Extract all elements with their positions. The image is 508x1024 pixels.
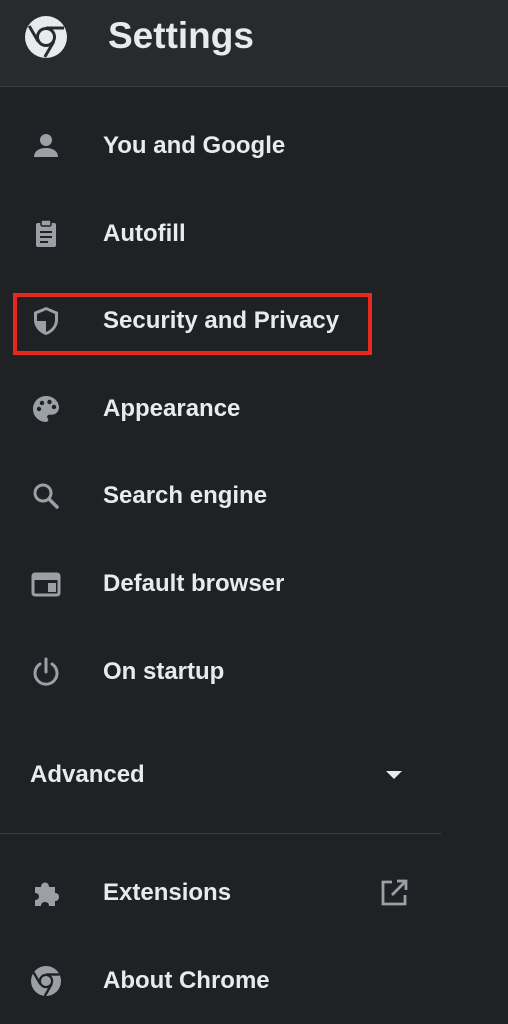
settings-page: Settings You and Google Autofill Securit…: [0, 0, 508, 1024]
sidebar-item-label: Appearance: [103, 395, 241, 422]
sidebar-item-extensions[interactable]: Extensions: [0, 863, 440, 923]
browser-window-icon: [31, 572, 61, 597]
clipboard-icon: [36, 219, 56, 247]
sidebar-item-autofill[interactable]: Autofill: [0, 204, 440, 264]
puzzle-icon: [35, 882, 59, 906]
advanced-label: Advanced: [30, 761, 145, 788]
search-icon: [33, 483, 59, 509]
sidebar-item-label: Default browser: [103, 570, 285, 597]
sidebar-item-appearance[interactable]: Appearance: [0, 379, 440, 439]
settings-header: Settings: [0, 0, 508, 87]
open-in-new-icon[interactable]: [378, 877, 410, 909]
sidebar-item-you-and-google[interactable]: You and Google: [0, 116, 440, 176]
page-title: Settings: [108, 15, 254, 56]
chrome-logo-icon: [31, 966, 61, 997]
sidebar-item-label: Search engine: [103, 482, 268, 509]
chrome-logo-icon: [25, 16, 67, 58]
palette-icon: [33, 396, 59, 422]
sidebar-item-security-and-privacy[interactable]: Security and Privacy: [0, 291, 440, 351]
sidebar-item-label: You and Google: [103, 132, 286, 159]
sidebar-item-default-browser[interactable]: Default browser: [0, 554, 440, 614]
shield-icon: [34, 307, 58, 335]
person-icon: [34, 134, 58, 157]
caret-down-icon: [386, 771, 402, 779]
sidebar-item-label: Autofill: [103, 220, 186, 247]
sidebar-item-label: On startup: [103, 658, 225, 685]
sidebar-item-search-engine[interactable]: Search engine: [0, 466, 440, 526]
sidebar-item-label: Extensions: [103, 879, 232, 906]
sidebar-item-label: Security and Privacy: [103, 307, 340, 334]
sidebar-item-about-chrome[interactable]: About Chrome: [0, 951, 440, 1011]
sidebar-item-label: About Chrome: [103, 967, 270, 994]
divider: [0, 833, 441, 834]
sidebar-item-on-startup[interactable]: On startup: [0, 642, 440, 702]
advanced-toggle[interactable]: Advanced: [0, 745, 440, 805]
power-icon: [33, 657, 59, 686]
